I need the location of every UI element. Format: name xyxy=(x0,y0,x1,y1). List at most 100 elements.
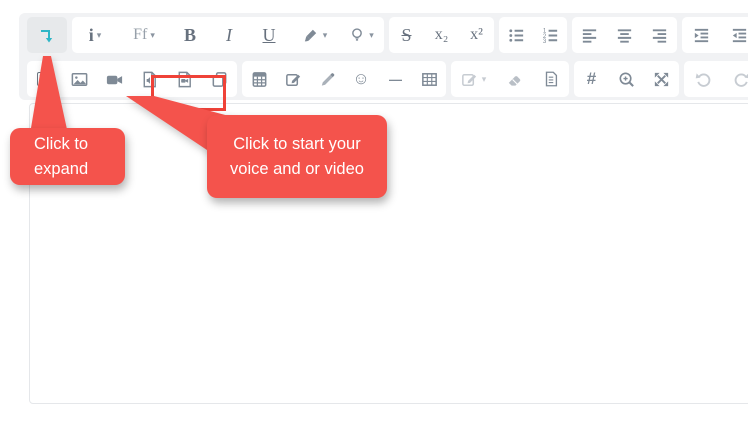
audio-file-icon xyxy=(143,71,156,87)
ordered-list-button[interactable]: 1 2 3 xyxy=(533,17,567,53)
emoticons-button[interactable]: ☺ xyxy=(344,61,378,97)
group-toggle xyxy=(27,17,67,53)
horizontal-line-button[interactable]: — xyxy=(378,61,412,97)
select-all-button[interactable] xyxy=(533,61,569,97)
toolbar-row-2: W ☺ — ▾ # xyxy=(27,61,748,97)
editor-content-area[interactable] xyxy=(29,103,748,404)
inline-style-button[interactable]: i ▾ xyxy=(72,17,118,53)
zoom-in-icon xyxy=(619,72,634,87)
align-left-button[interactable] xyxy=(572,17,607,53)
superscript-icon: x² xyxy=(470,26,483,43)
zoom-button[interactable] xyxy=(609,61,644,97)
chevron-down-icon: ▾ xyxy=(96,29,102,40)
redo-button[interactable] xyxy=(722,61,748,97)
smiley-icon: ☺ xyxy=(352,69,370,88)
svg-text:3: 3 xyxy=(542,38,546,45)
toolbar-row-1: i ▾ Ff ▾ B I U ▾ ▾ S x₂ x² 1 2 3 xyxy=(27,17,748,53)
text-color-button[interactable]: ▾ xyxy=(290,17,338,53)
record-video-button[interactable] xyxy=(167,61,202,97)
italic-icon: I xyxy=(226,24,232,45)
group-view: # xyxy=(574,61,679,97)
italic-button[interactable]: I xyxy=(210,17,248,53)
chevron-down-icon: ▾ xyxy=(481,73,487,84)
eraser-button[interactable] xyxy=(495,61,533,97)
table-icon xyxy=(421,72,437,86)
align-center-button[interactable] xyxy=(607,17,642,53)
indent-icon xyxy=(732,28,746,42)
font-family-button[interactable]: Ff ▾ xyxy=(118,17,170,53)
outdent-icon xyxy=(694,28,708,42)
fullscreen-button[interactable] xyxy=(644,61,679,97)
numbered-list-icon: 1 2 3 xyxy=(542,27,557,45)
align-center-icon xyxy=(617,28,632,43)
edit-note-button[interactable] xyxy=(276,61,310,97)
align-right-button[interactable] xyxy=(642,17,677,53)
highlight-button[interactable]: ▾ xyxy=(338,17,384,53)
strikethrough-button[interactable]: S xyxy=(389,17,424,53)
calculator-button[interactable] xyxy=(242,61,276,97)
group-align xyxy=(572,17,677,53)
insert-video-button[interactable] xyxy=(97,61,132,97)
underline-icon: U xyxy=(262,24,276,45)
unordered-list-button[interactable] xyxy=(499,17,533,53)
bold-button[interactable]: B xyxy=(170,17,210,53)
voice-callout: Click to start your voice and or video xyxy=(207,115,387,198)
word-icon: W xyxy=(36,72,53,86)
info-icon: i xyxy=(88,24,94,45)
bold-icon: B xyxy=(183,24,196,45)
template-icon xyxy=(461,73,476,86)
voice-callout-line1: Click to start your xyxy=(233,134,361,153)
redo-icon xyxy=(734,72,748,87)
undo-icon xyxy=(695,72,710,87)
group-tools: ▾ xyxy=(451,61,569,97)
align-right-icon xyxy=(652,28,667,43)
group-insert: ☺ — xyxy=(242,61,446,97)
video-file-icon xyxy=(178,71,191,87)
chevron-down-icon: ▾ xyxy=(369,29,374,40)
expand-callout: Click to expand xyxy=(10,128,125,185)
underline-button[interactable]: U xyxy=(248,17,290,53)
insert-template-button[interactable]: ▾ xyxy=(451,61,495,97)
group-script: S x₂ x² xyxy=(389,17,494,53)
record-audio-button[interactable] xyxy=(132,61,167,97)
minus-icon: — xyxy=(389,71,402,87)
fullscreen-icon xyxy=(654,72,669,86)
bullet-list-icon xyxy=(508,28,523,42)
brush-icon xyxy=(304,29,316,41)
undo-button[interactable] xyxy=(684,61,722,97)
insert-table-button[interactable] xyxy=(412,61,446,97)
insert-image-button[interactable] xyxy=(62,61,97,97)
outdent-button[interactable] xyxy=(682,17,720,53)
document-icon xyxy=(545,71,558,87)
eraser-icon xyxy=(508,75,520,86)
video-camera-icon xyxy=(106,75,123,84)
font-family-icon: Ff xyxy=(133,26,148,43)
editor-page: i ▾ Ff ▾ B I U ▾ ▾ S x₂ x² 1 2 3 W ☺ — ▾… xyxy=(0,0,748,428)
pencil-icon xyxy=(321,72,334,86)
group-indent xyxy=(682,17,748,53)
paste-from-word-button[interactable]: W xyxy=(27,61,62,97)
group-text-format: i ▾ Ff ▾ B I U ▾ ▾ xyxy=(72,17,384,53)
editor-toolbar: i ▾ Ff ▾ B I U ▾ ▾ S x₂ x² 1 2 3 W ☺ — ▾… xyxy=(19,13,748,111)
expand-toolbar-button[interactable] xyxy=(27,17,67,53)
group-history xyxy=(684,61,748,97)
calculator-icon xyxy=(252,71,266,87)
chevron-down-icon: ▾ xyxy=(150,29,155,40)
indent-button[interactable] xyxy=(720,17,748,53)
subscript-button[interactable]: x₂ xyxy=(424,17,459,53)
subscript-icon: x₂ xyxy=(434,26,449,43)
draw-button[interactable] xyxy=(310,61,344,97)
code-view-button[interactable]: # xyxy=(574,61,609,97)
expand-callout-line2: expand xyxy=(34,159,89,178)
corner-down-arrow-icon xyxy=(41,30,53,43)
group-media: W xyxy=(27,61,237,97)
strikethrough-icon: S xyxy=(401,24,412,45)
expand-callout-line1: Click to xyxy=(34,134,89,153)
copy-button[interactable] xyxy=(202,61,237,97)
chevron-down-icon: ▾ xyxy=(322,29,328,40)
edit-box-icon xyxy=(285,73,300,86)
hash-icon: # xyxy=(586,69,597,88)
superscript-button[interactable]: x² xyxy=(459,17,494,53)
align-left-icon xyxy=(582,28,597,43)
image-icon xyxy=(71,72,88,86)
